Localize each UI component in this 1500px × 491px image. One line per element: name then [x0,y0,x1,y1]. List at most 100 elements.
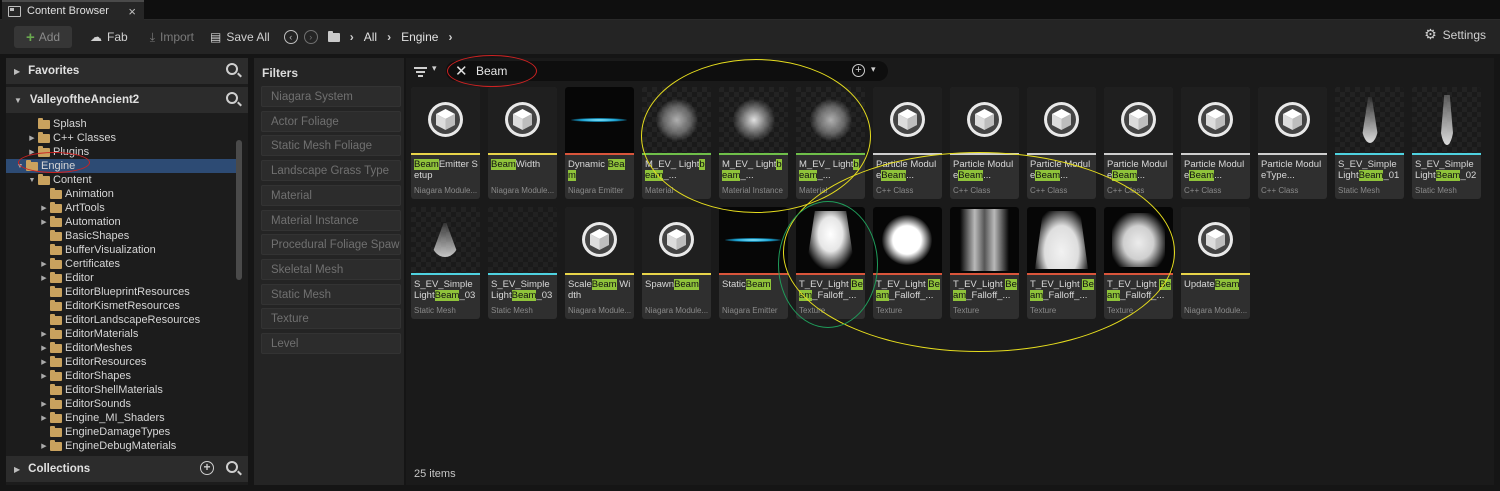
collapse-arrow-icon[interactable]: ▼ [16,163,24,170]
search-box[interactable]: ✕ + ▾ [446,61,888,81]
filter-item[interactable]: Material [261,184,401,206]
collapse-arrow-icon[interactable]: ▼ [28,177,36,184]
expand-arrow-icon[interactable]: ▶ [28,134,36,142]
asset-tile[interactable]: T_EV_Light Beam_Falloff_... Texture [796,207,865,319]
filter-item[interactable]: Procedural Foliage Spaw [261,234,401,256]
tree-item[interactable]: BufferVisualization [6,243,236,257]
close-icon[interactable]: × [128,4,136,19]
expand-arrow-icon[interactable]: ▶ [40,344,48,352]
asset-tile[interactable]: M_EV_ Lightbeam_... Material [642,87,711,199]
filter-item[interactable]: Level [261,333,401,354]
expand-arrow-icon[interactable]: ▶ [40,372,48,380]
expand-arrow-icon[interactable]: ▶ [40,260,48,268]
tree-item[interactable]: ▶ Editor [6,271,236,285]
asset-tile[interactable]: Particle ModuleType... C++ Class [1258,87,1327,199]
asset-tile[interactable]: S_EV_Simple LightBeam_02 Static Mesh [1412,87,1481,199]
project-header[interactable]: ▼ ValleyoftheAncient2 [6,87,248,113]
filter-item[interactable]: Landscape Grass Type [261,160,401,182]
tree-item[interactable]: ▶ Engine_MI_Shaders [6,411,236,425]
folder-icon[interactable] [327,30,340,42]
filter-item[interactable]: Static Mesh [261,283,401,305]
asset-tile[interactable]: Dynamic Beam Niagara Emitter [565,87,634,199]
tree-item[interactable]: ▼ Engine [6,159,236,173]
tree-item[interactable]: EditorShellMaterials [6,383,236,397]
expand-arrow-icon[interactable]: ▶ [40,204,48,212]
tab-content-browser[interactable]: Content Browser × [2,0,144,20]
expand-arrow-icon[interactable]: ▶ [40,358,48,366]
expand-arrow-icon[interactable]: ▶ [40,400,48,408]
tree-item[interactable]: ▶ EditorSounds [6,397,236,411]
asset-tile[interactable]: S_EV_Simple LightBeam_03 Static Mesh [411,207,480,319]
favorites-header[interactable]: ▶ Favorites [6,58,248,84]
asset-tile[interactable]: S_EV_Simple LightBeam_01 Static Mesh [1335,87,1404,199]
asset-tile[interactable]: BeamEmitter Setup Niagara Module... [411,87,480,199]
expand-arrow-icon[interactable]: ▶ [40,274,48,282]
filter-icon[interactable] [414,67,427,77]
tree-item[interactable]: ▶ Plugins [6,145,236,159]
asset-tile[interactable]: ScaleBeam Width Niagara Module... [565,207,634,319]
collections-header[interactable]: ▶ Collections + [6,456,248,482]
asset-tile[interactable]: Particle ModuleBeam... C++ Class [1104,87,1173,199]
search-icon[interactable] [226,461,238,473]
breadcrumb-separator-icon[interactable]: › [448,30,452,44]
breadcrumb-all[interactable]: All [364,30,377,44]
tree-item[interactable]: Splash [6,117,236,131]
search-input[interactable] [476,61,836,81]
tree-item[interactable]: Animation [6,187,236,201]
expand-arrow-icon[interactable]: ▶ [28,148,36,156]
asset-tile[interactable]: T_EV_Light Beam_Falloff_... Texture [873,207,942,319]
expand-arrow-icon[interactable]: ▶ [40,442,48,450]
tree-item[interactable]: ▶ C++ Classes [6,131,236,145]
asset-tile[interactable]: T_EV_Light Beam_Falloff_... Texture [1027,207,1096,319]
filter-item[interactable]: Static Mesh Foliage [261,135,401,157]
search-icon[interactable] [226,92,238,104]
tree-item[interactable]: ▶ EditorMaterials [6,327,236,341]
asset-tile[interactable]: M_EV_ Lightbeam_... Material [796,87,865,199]
add-button[interactable]: + Add [14,26,72,48]
asset-tile[interactable]: Particle ModuleBeam... C++ Class [873,87,942,199]
asset-tile[interactable]: Particle ModuleBeam... C++ Class [1181,87,1250,199]
tree-item[interactable]: ▶ EngineDebugMaterials [6,439,236,453]
settings-button[interactable]: ⚙ Settings [1424,26,1486,43]
expand-arrow-icon[interactable]: ▶ [40,218,48,226]
tree-item[interactable]: ▼ Content [6,173,236,187]
asset-tile[interactable]: S_EV_Simple LightBeam_03 Static Mesh [488,207,557,319]
import-button[interactable]: ⤓ Import [142,26,202,48]
save-all-button[interactable]: ▤ Save All [202,26,278,48]
chevron-down-icon[interactable]: ▾ [432,63,437,74]
filter-item[interactable]: Skeletal Mesh [261,258,401,280]
add-search-filter-icon[interactable]: + [852,64,865,77]
expand-arrow-icon[interactable]: ▶ [40,414,48,422]
filter-item[interactable]: Actor Foliage [261,110,401,132]
asset-tile[interactable]: T_EV_Light Beam_Falloff_... Texture [1104,207,1173,319]
filter-item[interactable]: Material Instance [261,209,401,231]
asset-tile[interactable]: T_EV_Light Beam_Falloff_... Texture [950,207,1019,319]
expand-arrow-icon[interactable]: ▶ [40,330,48,338]
search-icon[interactable] [226,63,238,75]
tree-item[interactable]: ▶ ArtTools [6,201,236,215]
tree-item[interactable]: ▶ Automation [6,215,236,229]
chevron-down-icon[interactable]: ▾ [871,64,876,75]
tree-item[interactable]: EngineDamageTypes [6,425,236,439]
clear-search-icon[interactable]: ✕ [455,62,468,80]
tree-item[interactable]: ▶ EditorResources [6,355,236,369]
asset-tile[interactable]: SpawnBeam Niagara Module... [642,207,711,319]
asset-tile[interactable]: Particle ModuleBeam... C++ Class [950,87,1019,199]
filter-item[interactable]: Texture [261,308,401,330]
fab-button[interactable]: ☁ Fab [82,26,136,48]
asset-tile[interactable]: UpdateBeam Niagara Module... [1181,207,1250,319]
add-collection-icon[interactable]: + [200,461,214,475]
breadcrumb-separator-icon[interactable]: › [350,30,354,44]
tree-item[interactable]: ▶ EditorMeshes [6,341,236,355]
history-forward-button[interactable]: › [303,30,318,44]
asset-tile[interactable]: BeamWidth Niagara Module... [488,87,557,199]
breadcrumb-engine[interactable]: Engine [401,30,438,44]
asset-tile[interactable]: StaticBeam Niagara Emitter [719,207,788,319]
tree-item[interactable]: ▶ EditorShapes [6,369,236,383]
tree-item[interactable]: EditorKismetResources [6,299,236,313]
filter-item[interactable]: Niagara System [261,86,401,107]
breadcrumb-separator-icon[interactable]: › [387,30,391,44]
tree-item[interactable]: EditorBlueprintResources [6,285,236,299]
asset-tile[interactable]: M_EV_ Lightbeam_... Material Instance [719,87,788,199]
tree-item[interactable]: BasicShapes [6,229,236,243]
